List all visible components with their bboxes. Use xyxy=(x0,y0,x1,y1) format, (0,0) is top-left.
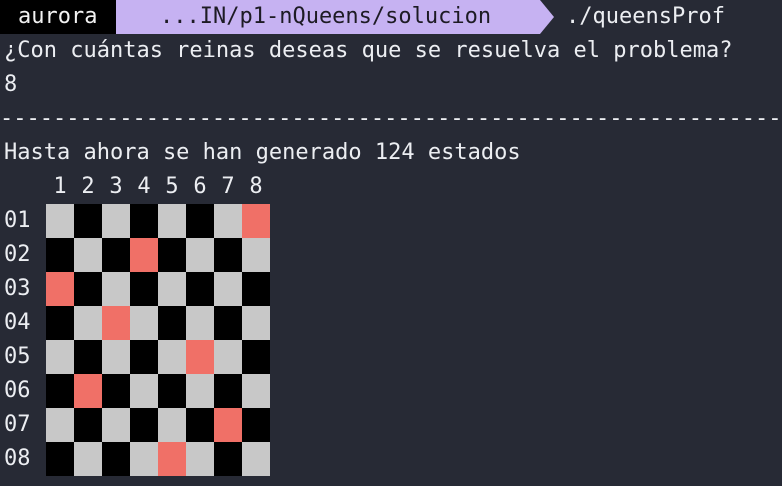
row-label: 05 xyxy=(4,344,31,369)
light-square xyxy=(186,238,214,272)
light-square xyxy=(102,340,130,374)
light-square xyxy=(214,272,242,306)
dark-square xyxy=(214,442,242,476)
shell-prompt: aurora ...IN/p1-nQueens/solucion ./queen… xyxy=(0,0,782,34)
light-square xyxy=(158,272,186,306)
light-square xyxy=(130,442,158,476)
light-square xyxy=(186,306,214,340)
row-label: 08 xyxy=(4,446,31,471)
light-square xyxy=(130,306,158,340)
row-label: 01 xyxy=(4,208,31,233)
queen-square xyxy=(74,374,102,408)
light-square xyxy=(74,306,102,340)
column-header: 7 xyxy=(221,174,235,199)
queen-square xyxy=(186,340,214,374)
light-square xyxy=(102,272,130,306)
prompt-host: aurora xyxy=(0,0,116,34)
user-answer: 8 xyxy=(4,72,18,97)
dark-square xyxy=(214,238,242,272)
dark-square xyxy=(242,272,270,306)
light-square xyxy=(46,340,74,374)
column-header: 4 xyxy=(137,174,151,199)
light-square xyxy=(214,204,242,238)
light-square xyxy=(242,442,270,476)
dark-square xyxy=(214,374,242,408)
dark-square xyxy=(74,408,102,442)
column-header: 2 xyxy=(81,174,95,199)
dark-square xyxy=(242,408,270,442)
queen-square xyxy=(102,306,130,340)
light-square xyxy=(74,238,102,272)
dark-square xyxy=(46,374,74,408)
dark-square xyxy=(46,306,74,340)
light-square xyxy=(158,408,186,442)
dark-square xyxy=(186,272,214,306)
question-text: ¿Con cuántas reinas deseas que se resuel… xyxy=(4,38,733,63)
dark-square xyxy=(46,442,74,476)
prompt-path: ...IN/p1-nQueens/solucion xyxy=(116,0,540,34)
column-header: 3 xyxy=(109,174,123,199)
light-square xyxy=(46,408,74,442)
row-label: 02 xyxy=(4,242,31,267)
dark-square xyxy=(130,408,158,442)
light-square xyxy=(102,408,130,442)
chess-board xyxy=(46,204,270,476)
queen-square xyxy=(214,408,242,442)
column-header: 1 xyxy=(53,174,67,199)
light-square xyxy=(130,374,158,408)
light-square xyxy=(214,340,242,374)
queen-square xyxy=(46,272,74,306)
row-label: 04 xyxy=(4,310,31,335)
light-square xyxy=(46,204,74,238)
light-square xyxy=(242,238,270,272)
light-square xyxy=(102,204,130,238)
prompt-command: ./queensProf xyxy=(566,4,725,29)
dark-square xyxy=(130,204,158,238)
light-square xyxy=(242,306,270,340)
dark-square xyxy=(74,340,102,374)
dark-square xyxy=(242,340,270,374)
dark-square xyxy=(130,272,158,306)
row-label: 07 xyxy=(4,412,31,437)
light-square xyxy=(186,374,214,408)
dark-square xyxy=(102,374,130,408)
light-square xyxy=(74,442,102,476)
dark-square xyxy=(74,204,102,238)
dark-square xyxy=(158,374,186,408)
queen-square xyxy=(130,238,158,272)
dark-square xyxy=(186,204,214,238)
dark-square xyxy=(158,306,186,340)
dark-square xyxy=(158,238,186,272)
dark-square xyxy=(214,306,242,340)
light-square xyxy=(242,374,270,408)
dark-square xyxy=(74,272,102,306)
row-label: 06 xyxy=(4,378,31,403)
prompt-separator-arrow xyxy=(540,0,554,34)
column-header: 6 xyxy=(193,174,207,199)
separator-line: ----------------------------------------… xyxy=(0,106,782,131)
dark-square xyxy=(46,238,74,272)
light-square xyxy=(186,442,214,476)
column-header: 5 xyxy=(165,174,179,199)
row-label: 03 xyxy=(4,276,31,301)
queen-square xyxy=(158,442,186,476)
dark-square xyxy=(186,408,214,442)
column-header: 8 xyxy=(249,174,263,199)
light-square xyxy=(158,340,186,374)
light-square xyxy=(158,204,186,238)
dark-square xyxy=(102,238,130,272)
dark-square xyxy=(130,340,158,374)
queen-square xyxy=(242,204,270,238)
status-text: Hasta ahora se han generado 124 estados xyxy=(4,140,521,165)
dark-square xyxy=(102,442,130,476)
